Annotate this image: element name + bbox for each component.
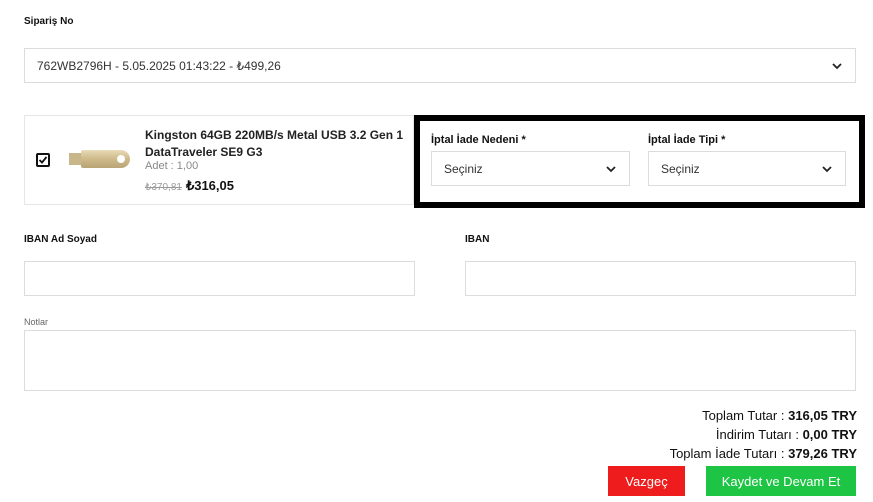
product-card: Kingston 64GB 220MB/s Metal USB 3.2 Gen … [24, 115, 414, 205]
product-checkbox[interactable] [36, 153, 50, 167]
chevron-down-icon [832, 62, 842, 69]
chevron-down-icon [606, 165, 616, 172]
product-quantity: Adet : 1,00 [145, 160, 199, 172]
refund-amount: Toplam İade Tutarı : 379,26 TRY [669, 446, 857, 461]
order-select-value: 762WB2796H - 5.05.2025 01:43:22 - ₺499,2… [37, 58, 281, 73]
check-icon [38, 156, 48, 164]
cancel-button[interactable]: Vazgeç [608, 466, 685, 496]
usb-drive-image [69, 150, 130, 168]
type-label: İptal İade Tipi * [648, 134, 726, 146]
product-old-price: ₺370,81 [145, 182, 182, 193]
order-select[interactable]: 762WB2796H - 5.05.2025 01:43:22 - ₺499,2… [24, 48, 856, 83]
iban-label: IBAN [465, 234, 490, 245]
order-label: Sipariş No [24, 16, 74, 27]
notes-textarea[interactable] [24, 330, 856, 391]
notes-label: Notlar [24, 317, 49, 327]
type-select[interactable]: Seçiniz [648, 151, 846, 186]
type-select-value: Seçiniz [661, 161, 700, 176]
iban-name-input[interactable] [24, 261, 415, 296]
reason-select-value: Seçiniz [444, 161, 483, 176]
iban-input[interactable] [465, 261, 856, 296]
reason-label: İptal İade Nedeni * [431, 134, 526, 146]
product-price-group: ₺370,81 ₺316,05 [145, 178, 234, 194]
save-continue-button[interactable]: Kaydet ve Devam Et [706, 466, 856, 496]
discount-amount: İndirim Tutarı : 0,00 TRY [715, 427, 857, 442]
chevron-down-icon [822, 165, 832, 172]
product-title: Kingston 64GB 220MB/s Metal USB 3.2 Gen … [145, 128, 404, 159]
total-amount: Toplam Tutar : 316,05 TRY [702, 408, 857, 423]
product-price: ₺316,05 [185, 178, 234, 193]
reason-select[interactable]: Seçiniz [431, 151, 630, 186]
iban-name-label: IBAN Ad Soyad [24, 234, 97, 245]
